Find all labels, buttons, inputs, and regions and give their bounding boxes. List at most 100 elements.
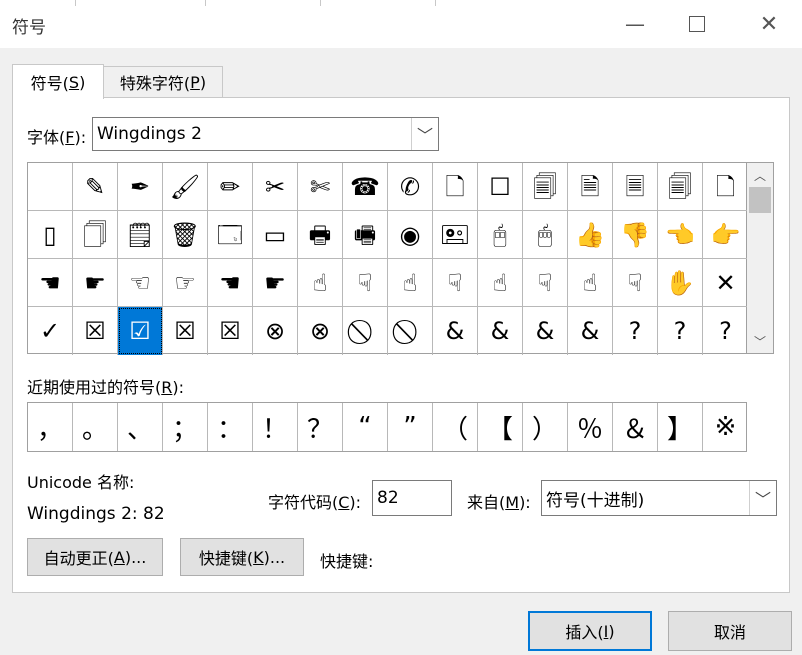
symbol-cell[interactable] [28,163,73,211]
symbol-cell[interactable]: ✋ [658,259,703,307]
symbol-cell[interactable]: ✆ [388,163,433,211]
symbol-cell[interactable]: 🗒 [118,211,163,259]
symbol-cell[interactable]: 🗐 [658,163,703,211]
recent-symbol-cell[interactable]: ％ [568,403,613,451]
symbol-cell[interactable]: 🗔 [208,211,253,259]
symbol-cell[interactable]: ☎ [343,163,388,211]
symbol-cell[interactable]: & [568,307,613,355]
symbol-cell[interactable]: ? [613,307,658,355]
symbol-cell[interactable]: ☝ [568,259,613,307]
recent-symbol-cell[interactable]: ； [163,403,208,451]
recent-symbol-cell[interactable]: ： [208,403,253,451]
symbol-cell[interactable]: ☐ [478,163,523,211]
recent-symbol-cell[interactable]: ” [388,403,433,451]
recent-symbol-cell[interactable]: 】 [658,403,703,451]
from-select[interactable]: 符号(十进制) ﹀ [541,480,777,516]
symbol-cell[interactable]: ▭ [253,211,298,259]
symbol-cell[interactable]: 👍 [568,211,613,259]
recent-symbol-cell[interactable]: （ [433,403,478,451]
symbol-cell[interactable]: ✕ [703,259,748,307]
symbol-cell[interactable]: ⊗ [253,307,298,355]
symbol-cell[interactable]: 🗎 [568,163,613,211]
recent-symbol-cell[interactable]: ！ [253,403,298,451]
symbol-cell[interactable]: ⃠ [388,307,433,355]
tab-symbols[interactable]: 符号(S) [12,64,104,99]
symbol-cell[interactable]: ✎ [73,163,118,211]
symbol-cell[interactable]: 🖶 [298,211,343,259]
symbol-cell[interactable]: 🖰 [478,211,523,259]
cancel-button[interactable]: 取消 [668,611,792,651]
recent-symbol-cell[interactable]: “ [343,403,388,451]
symbol-cell[interactable]: 🗐 [523,163,568,211]
recent-symbol-cell[interactable]: 。 [73,403,118,451]
symbol-cell[interactable]: ☝ [298,259,343,307]
window-title: 符号 [12,18,46,38]
symbol-cell[interactable]: 👈 [658,211,703,259]
recent-symbol-cell[interactable]: ＆ [613,403,658,451]
symbol-cell[interactable]: ☒ [208,307,253,355]
symbol-cell[interactable]: 🖱 [523,211,568,259]
symbol-cell[interactable]: 🖭 [433,211,478,259]
symbol-cell[interactable]: 🗑 [163,211,208,259]
symbol-cell[interactable]: ☝ [478,259,523,307]
symbol-cell[interactable]: & [433,307,478,355]
minimize-icon: — [625,12,645,36]
scroll-down-icon[interactable]: ﹀ [747,331,773,351]
symbol-cell[interactable]: ✓ [28,307,73,355]
symbol-cell[interactable]: ☚ [28,259,73,307]
symbol-cell[interactable]: ✄ [298,163,343,211]
symbol-cell[interactable]: ? [703,307,748,355]
symbol-cell[interactable]: & [478,307,523,355]
symbol-cell[interactable]: ◉ [388,211,433,259]
symbol-cell[interactable]: 🖷 [343,211,388,259]
symbol-cell[interactable]: ☝ [388,259,433,307]
minimize-button[interactable]: — [604,0,666,48]
maximize-button[interactable] [666,0,728,48]
symbol-cell[interactable]: 🗏 [613,163,658,211]
tab-special-characters[interactable]: 特殊字符(P) [103,66,223,97]
symbol-cell[interactable]: 🖌 [163,163,208,211]
shortcut-key-button[interactable]: 快捷键(K)... [180,538,304,576]
symbol-cell[interactable]: ☟ [343,259,388,307]
symbol-cell[interactable]: ☑ [118,307,163,355]
insert-button[interactable]: 插入(I) [528,611,652,651]
scroll-thumb[interactable] [749,187,771,213]
recent-symbol-cell[interactable]: ， [28,403,73,451]
autocorrect-button[interactable]: 自动更正(A)... [27,538,163,576]
char-code-input[interactable]: 82 [372,480,452,516]
symbol-cell[interactable]: ☟ [613,259,658,307]
symbol-cell[interactable]: ☟ [523,259,568,307]
symbol-cell[interactable]: ☒ [163,307,208,355]
symbol-cell[interactable]: ☞ [163,259,208,307]
chevron-down-icon: ﹀ [411,118,438,150]
recent-symbol-cell[interactable]: ※ [703,403,748,451]
symbol-cell[interactable]: ✂ [253,163,298,211]
scroll-up-icon[interactable]: ︿ [747,165,773,185]
symbol-cell[interactable]: 👎 [613,211,658,259]
symbol-cell[interactable]: ☛ [253,259,298,307]
recent-symbol-cell[interactable]: ？ [298,403,343,451]
font-select[interactable]: Wingdings 2 ﹀ [92,117,439,151]
recent-symbol-cell[interactable]: ） [523,403,568,451]
recent-symbol-cell[interactable]: 【 [478,403,523,451]
recent-symbol-cell[interactable]: 、 [118,403,163,451]
symbol-cell[interactable]: ☚ [208,259,253,307]
symbol-cell[interactable]: ⊗ [298,307,343,355]
symbol-cell[interactable]: ☜ [118,259,163,307]
close-button[interactable]: ✕ [738,0,800,48]
symbol-cell[interactable]: 🗍 [73,211,118,259]
symbol-cell[interactable]: ▯ [28,211,73,259]
symbol-cell[interactable]: ✒ [118,163,163,211]
symbol-cell[interactable]: ☟ [433,259,478,307]
symbol-cell[interactable]: ☒ [73,307,118,355]
symbol-cell[interactable]: 🗋 [433,163,478,211]
grid-scrollbar[interactable]: ︿ ﹀ [747,162,774,354]
symbol-cell[interactable]: ☛ [73,259,118,307]
background-tabs [75,0,595,6]
symbol-cell[interactable]: 👉 [703,211,748,259]
symbol-cell[interactable]: 🗋 [703,163,748,211]
symbol-cell[interactable]: ✏ [208,163,253,211]
symbol-cell[interactable]: ? [658,307,703,355]
symbol-cell[interactable]: & [523,307,568,355]
symbol-cell[interactable]: ⃠ [343,307,388,355]
